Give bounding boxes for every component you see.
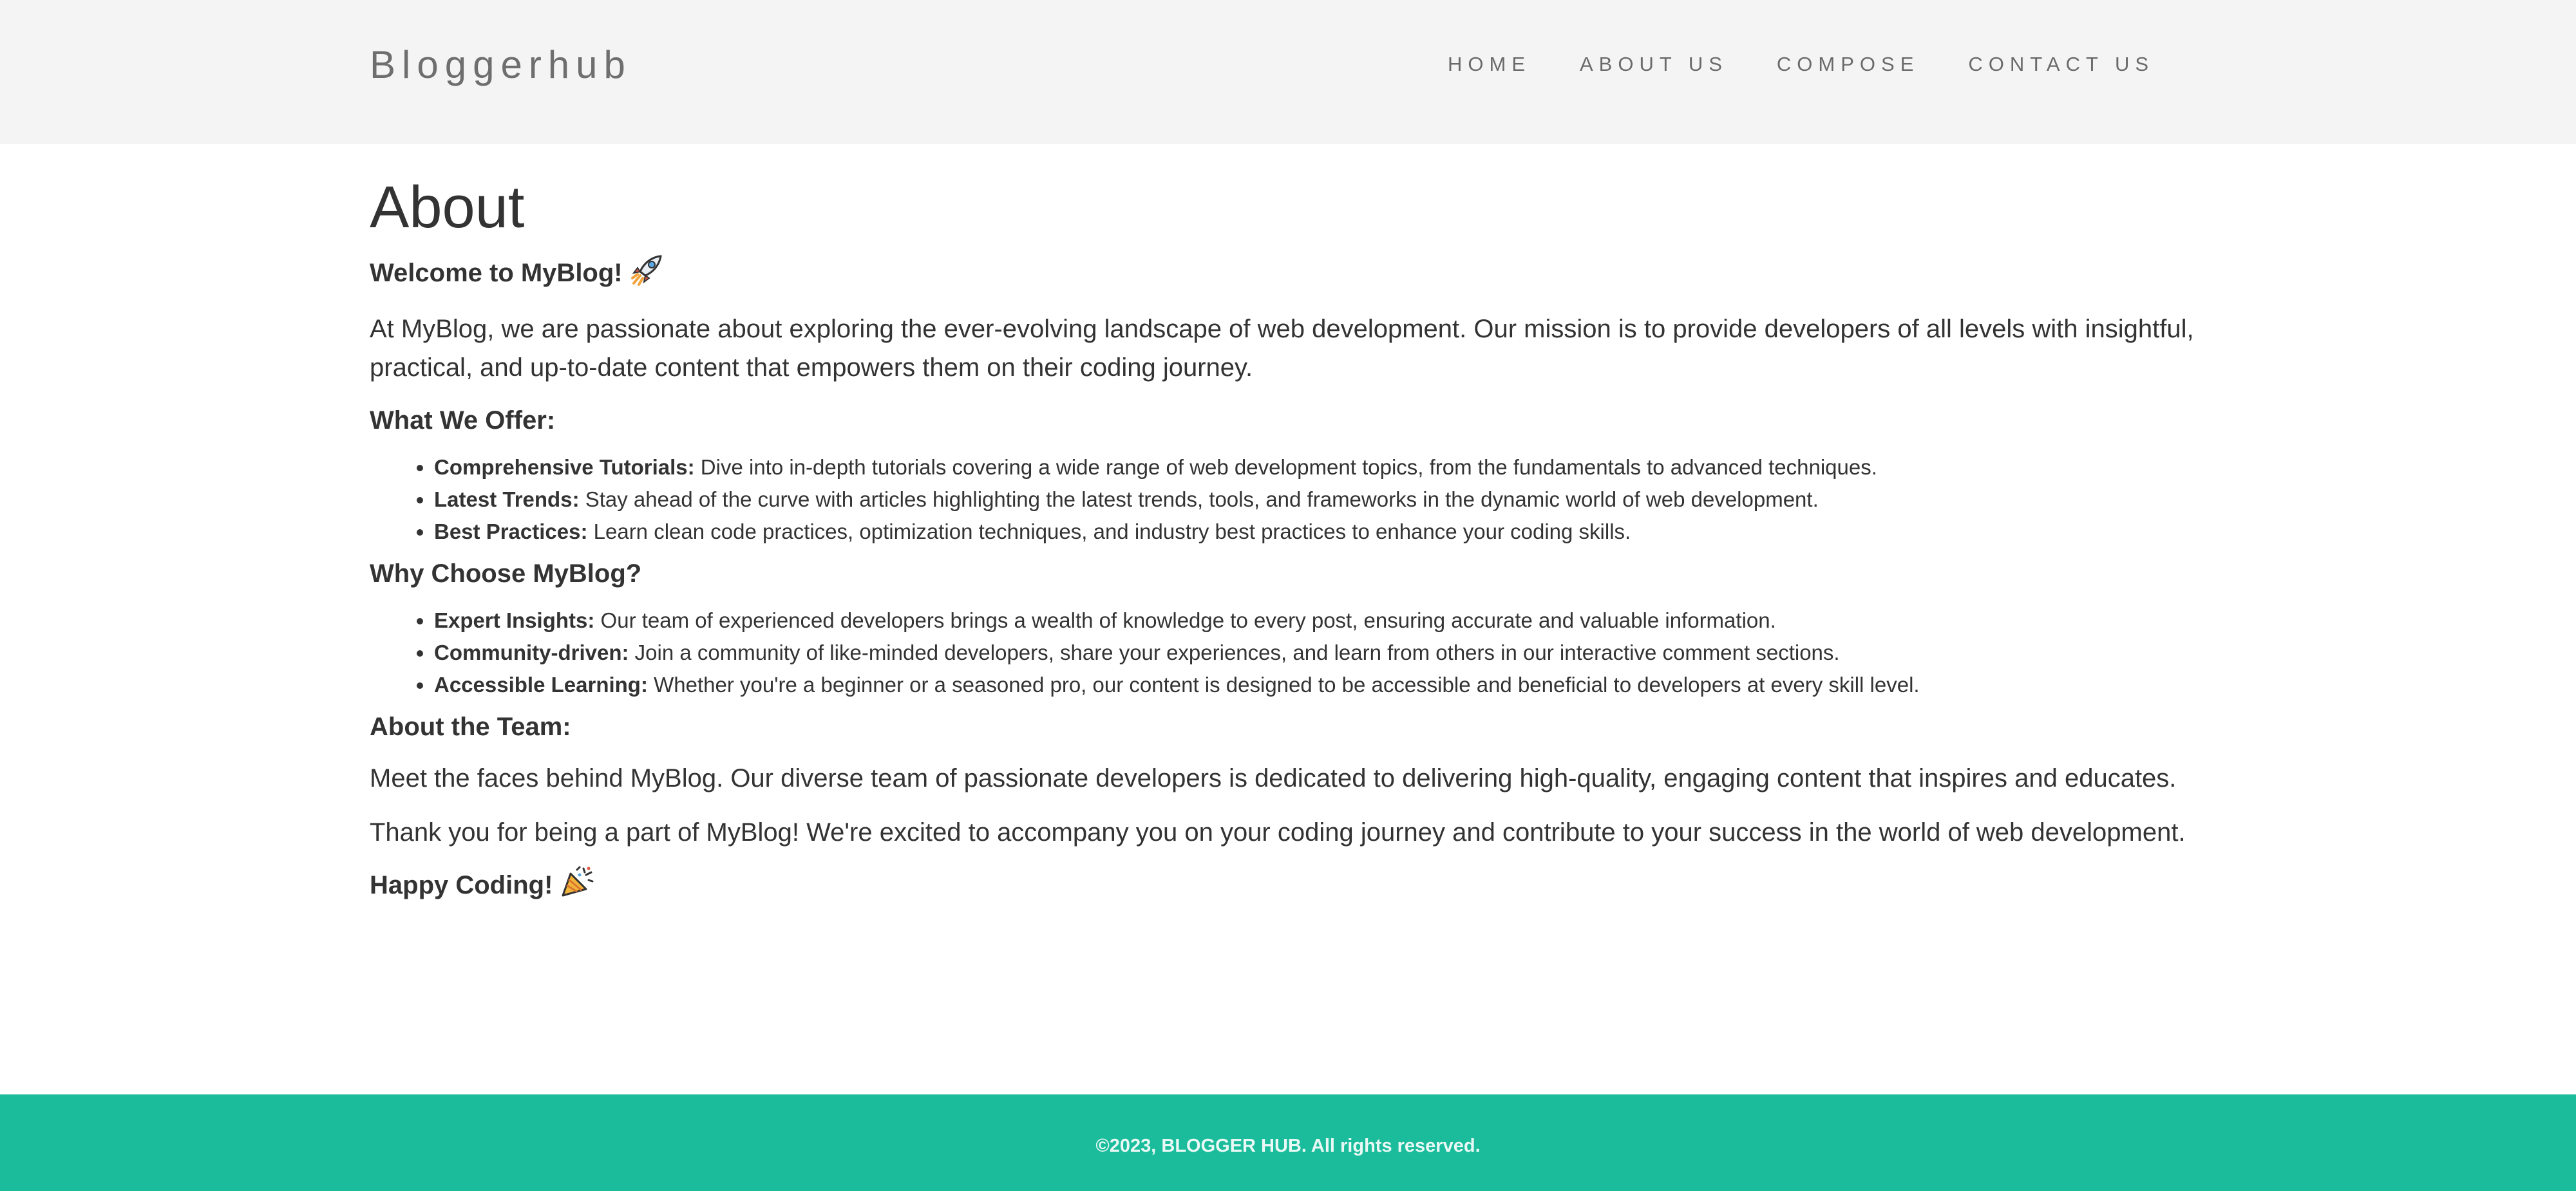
list-item-term: Latest Trends: [434,487,580,511]
closing-heading: Happy Coding! [370,866,2211,908]
list-item-text: Whether you're a beginner or a seasoned … [647,673,1920,697]
about-content: About Welcome to MyBlog! At MyBlog, we a… [370,169,2211,908]
list-item-text: Stay ahead of the curve with articles hi… [579,487,1819,511]
welcome-text: Welcome to MyBlog! [370,259,623,288]
list-item: Community-driven: Join a community of li… [434,637,2211,669]
team-paragraph: Meet the faces behind MyBlog. Our divers… [370,764,2177,792]
thanks-paragraph: Thank you for being a part of MyBlog! We… [370,818,2186,847]
list-item-term: Accessible Learning: [434,673,648,697]
list-item: Latest Trends: Stay ahead of the curve w… [434,483,2211,516]
nav-about-us[interactable]: ABOUT US [1580,52,1728,77]
nav-compose[interactable]: COMPOSE [1777,52,1919,77]
team-heading: About the Team: [370,713,571,741]
closing-text: Happy Coding! [370,871,553,900]
site-header: Bloggerhub HOME ABOUT US COMPOSE CONTACT… [0,0,2576,144]
list-item-text: Our team of experienced developers bring… [594,608,1776,632]
list-item: Comprehensive Tutorials: Dive into in-de… [434,451,2211,483]
intro-paragraph: At MyBlog, we are passionate about explo… [370,315,2194,382]
list-item-term: Comprehensive Tutorials: [434,455,695,479]
why-heading: Why Choose MyBlog? [370,559,642,588]
nav-contact-us[interactable]: CONTACT US [1968,52,2154,77]
list-item-term: Best Practices: [434,520,588,543]
list-item: Expert Insights: Our team of experienced… [434,605,2211,637]
why-list: Expert Insights: Our team of experienced… [370,605,2211,701]
main-nav: HOME ABOUT US COMPOSE CONTACT US [1448,52,2154,77]
list-item-text: Dive into in-depth tutorials covering a … [694,455,1877,479]
nav-home[interactable]: HOME [1448,52,1531,77]
copyright-text: ©2023, BLOGGER HUB. All rights reserved. [1095,1136,1481,1156]
welcome-heading: Welcome to MyBlog! [370,254,2211,295]
offer-list: Comprehensive Tutorials: Dive into in-de… [370,451,2211,548]
list-item: Best Practices: Learn clean code practic… [434,516,2211,548]
party-popper-icon [560,866,594,908]
list-item-term: Community-driven: [434,641,629,664]
brand-logo[interactable]: Bloggerhub [370,42,632,88]
offer-heading: What We Offer: [370,406,556,435]
list-item-term: Expert Insights: [434,608,595,632]
list-item-text: Join a community of like-minded develope… [629,641,1840,664]
list-item: Accessible Learning: Whether you're a be… [434,669,2211,701]
site-footer: ©2023, BLOGGER HUB. All rights reserved. [0,1094,2576,1191]
page-title: About [370,174,525,240]
list-item-text: Learn clean code practices, optimization… [587,520,1631,543]
rocket-icon [630,254,663,295]
